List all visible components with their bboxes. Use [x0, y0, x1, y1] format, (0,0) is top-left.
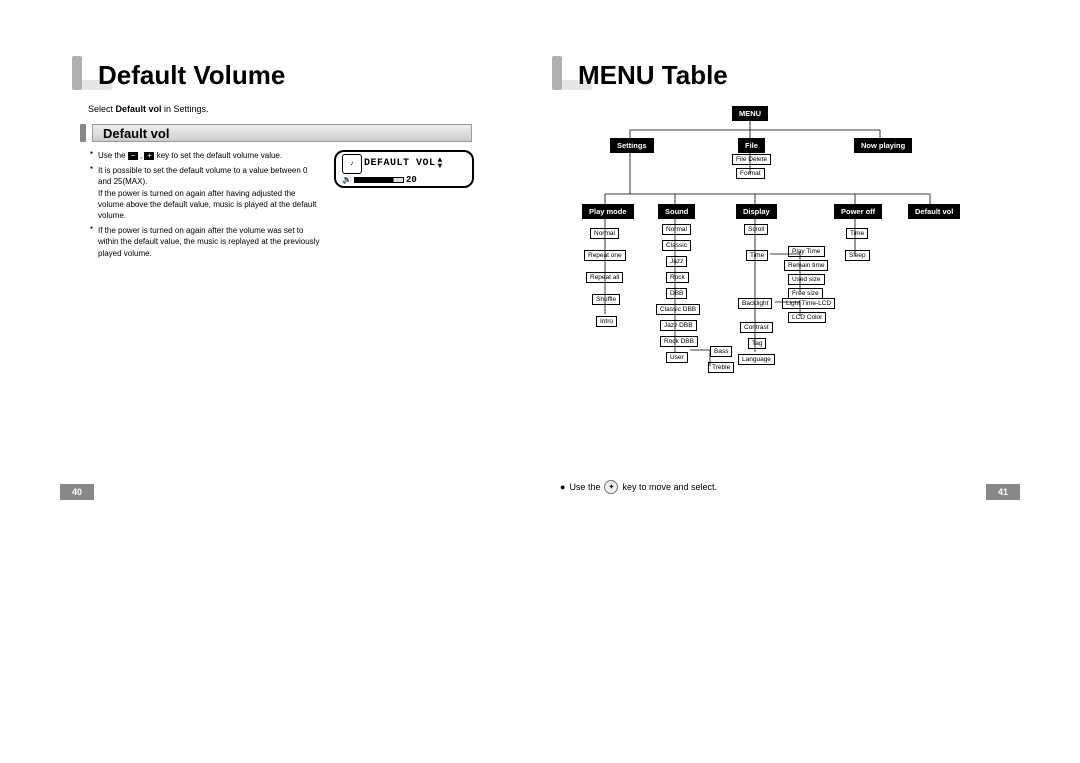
node-d-tag: Tag: [748, 338, 766, 349]
section-title: Default vol: [93, 126, 169, 141]
node-pm-repeatone: Repeat one: [584, 250, 626, 261]
intro-text: Select Default vol in Settings.: [80, 104, 520, 114]
section-accent-icon: [80, 124, 86, 142]
page-left: Default Volume Select Default vol in Set…: [60, 60, 540, 460]
node-s-rock: Rock: [666, 272, 689, 283]
node-pm-repeatall: Repeat all: [586, 272, 623, 283]
updown-arrows-icon: ▲▼: [438, 158, 443, 170]
page-right: MENU Table: [540, 60, 1020, 460]
volume-bar: [354, 177, 404, 183]
node-menu: MENU: [732, 106, 768, 121]
node-po-sleep: Sleep: [845, 250, 870, 261]
intro-bold: Default vol: [116, 104, 162, 114]
bullet-2-text: It is possible to set the default volume…: [98, 166, 307, 186]
node-d-lcdcolor: LCD Color: [788, 312, 826, 323]
node-pm-shuffle: Shuffle: [592, 294, 620, 305]
node-d-playtime: Play Time: [788, 246, 825, 257]
node-d-backlight: Backlight: [738, 298, 772, 309]
page-title: MENU Table: [578, 60, 728, 91]
intro-pre: Select: [88, 104, 116, 114]
minus-icon: −: [128, 152, 138, 160]
node-d-contrast: Contrast: [740, 322, 773, 333]
lcd-label: DEFAULT VOL: [364, 158, 436, 169]
node-po-time: Time: [846, 228, 868, 239]
node-pm-intro: Intro: [596, 316, 617, 327]
node-s-bass: Bass: [710, 346, 732, 357]
node-d-language: Language: [738, 354, 775, 365]
bullet-1-pre: Use the: [98, 151, 128, 160]
node-nowplaying: Now playing: [854, 138, 912, 153]
title-accent-icon: [552, 56, 562, 90]
lcd-value: 20: [406, 175, 417, 185]
node-file: File: [738, 138, 765, 153]
menu-tree: MENU Settings File Now playing File Dele…: [560, 104, 1000, 404]
node-poweroff: Power off: [834, 204, 882, 219]
node-s-normal: Normal: [662, 224, 691, 235]
node-s-treble: Treble: [708, 362, 734, 373]
bullet-1: Use the − , + key to set the default vol…: [90, 150, 320, 161]
node-format: Format: [736, 168, 765, 179]
node-s-jazzdbb: Jazz DBB: [660, 320, 697, 331]
node-pm-normal: Normal: [590, 228, 619, 239]
title-block: Default Volume: [80, 60, 520, 92]
lcd-mode-icon: ♪: [342, 154, 362, 174]
node-s-jazz: Jazz: [666, 256, 687, 267]
title-block: MENU Table: [560, 60, 1000, 92]
bullet-2-sub: If the power is turned on again after ha…: [98, 189, 316, 220]
title-accent-icon: [72, 56, 82, 90]
node-settings: Settings: [610, 138, 654, 153]
node-d-usedsize: Used size: [788, 274, 825, 285]
node-filedelete: File Delete: [732, 154, 771, 165]
page-number: 41: [986, 484, 1020, 500]
bullet-list: Use the − , + key to set the default vol…: [80, 150, 320, 263]
node-defaultvol: Default vol: [908, 204, 960, 219]
node-d-time: Time: [746, 250, 768, 261]
node-s-classicdbb: Classic DBB: [656, 304, 700, 315]
bullet-2: It is possible to set the default volume…: [90, 165, 320, 221]
node-d-scroll: Scroll: [744, 224, 768, 235]
node-sound: Sound: [658, 204, 695, 219]
node-d-lighttime: Light Time-LCD: [782, 298, 835, 309]
node-s-user: User: [666, 352, 688, 363]
footer-pre: Use the: [569, 482, 600, 492]
footer-note: ● Use the ✦ key to move and select.: [560, 480, 717, 494]
node-s-dbb: DBB: [666, 288, 687, 299]
intro-post: in Settings.: [162, 104, 209, 114]
node-d-remaintime: Remain time: [784, 260, 828, 271]
section-band: Default vol: [92, 124, 472, 142]
node-playmode: Play mode: [582, 204, 634, 219]
nav-key-icon: ✦: [604, 480, 618, 494]
page-title: Default Volume: [98, 60, 285, 91]
plus-icon: +: [144, 152, 154, 160]
footer-post: key to move and select.: [622, 482, 717, 492]
section-header: Default vol: [80, 124, 520, 142]
node-display: Display: [736, 204, 777, 219]
node-s-rockdbb: Rock DBB: [660, 336, 698, 347]
bullet-1-post: key to set the default volume value.: [154, 151, 282, 160]
speaker-icon: 🔊: [342, 175, 352, 185]
bullet-3: If the power is turned on again after th…: [90, 225, 320, 259]
page-number: 40: [60, 484, 94, 500]
node-s-classic: Classic: [662, 240, 691, 251]
lcd-display: ♪ DEFAULT VOL ▲▼ 🔊 20: [334, 150, 474, 188]
